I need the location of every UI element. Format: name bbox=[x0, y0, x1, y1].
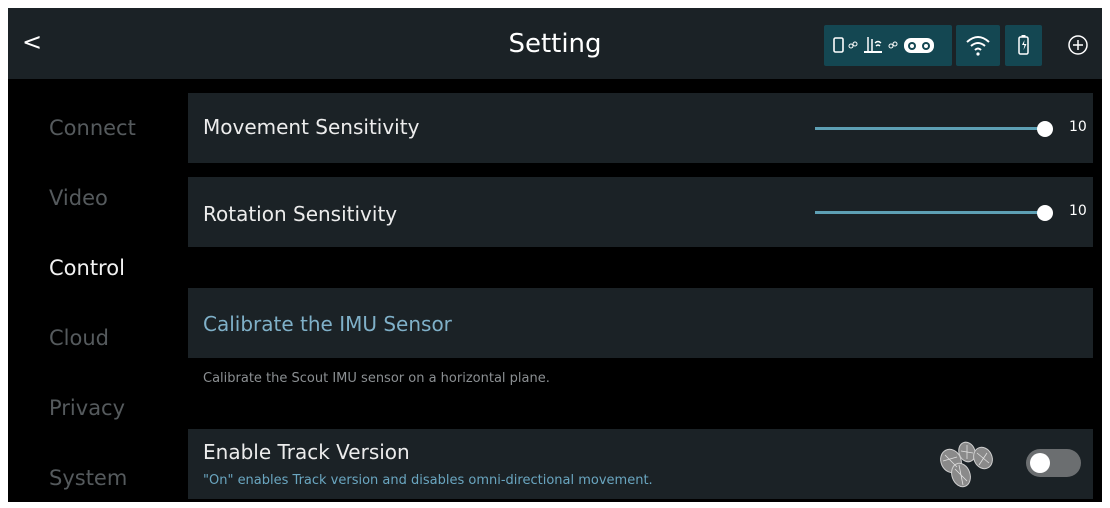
wifi-icon bbox=[966, 36, 990, 56]
enable-track-version-description: "On" enables Track version and disables … bbox=[203, 473, 653, 488]
link-icon bbox=[848, 41, 858, 49]
wifi-status bbox=[956, 25, 1000, 66]
track-wheels-icon bbox=[940, 441, 993, 488]
phone-icon bbox=[833, 37, 844, 53]
movement-sensitivity-row: Movement Sensitivity 10 bbox=[188, 93, 1093, 163]
link-icon bbox=[888, 41, 898, 49]
app-screen: < Setting Connect Video Control Cloud Pr… bbox=[8, 8, 1102, 502]
add-circle-icon[interactable] bbox=[1066, 33, 1090, 57]
movement-sensitivity-label: Movement Sensitivity bbox=[203, 115, 420, 139]
battery-status bbox=[1005, 25, 1042, 66]
calibrate-imu-description: Calibrate the Scout IMU sensor on a hori… bbox=[203, 371, 550, 386]
rotation-sensitivity-row: Rotation Sensitivity 10 bbox=[188, 177, 1093, 247]
rotation-sensitivity-label: Rotation Sensitivity bbox=[203, 202, 398, 226]
calibrate-imu-label: Calibrate the IMU Sensor bbox=[203, 312, 452, 336]
toggle-knob bbox=[1030, 453, 1050, 473]
sidebar-item-system[interactable]: System bbox=[49, 466, 127, 490]
sidebar-item-control[interactable]: Control bbox=[49, 256, 125, 280]
sidebar-item-cloud[interactable]: Cloud bbox=[49, 326, 109, 350]
calibrate-imu-button[interactable]: Calibrate the IMU Sensor bbox=[188, 288, 1093, 358]
rotation-sensitivity-thumb[interactable] bbox=[1037, 205, 1053, 221]
movement-sensitivity-thumb[interactable] bbox=[1037, 121, 1053, 137]
vr-headset-icon bbox=[904, 38, 934, 53]
enable-track-version-toggle[interactable] bbox=[1026, 449, 1081, 477]
router-icon bbox=[864, 37, 882, 53]
sidebar-item-connect[interactable]: Connect bbox=[49, 116, 136, 140]
enable-track-version-row: Enable Track Version "On" enables Track … bbox=[188, 429, 1093, 499]
rotation-sensitivity-value: 10 bbox=[1069, 203, 1087, 219]
battery-charging-icon bbox=[1018, 35, 1029, 55]
movement-sensitivity-slider[interactable] bbox=[815, 127, 1045, 130]
rotation-sensitivity-slider[interactable] bbox=[815, 211, 1045, 214]
connection-status bbox=[824, 25, 952, 66]
movement-sensitivity-value: 10 bbox=[1069, 119, 1087, 135]
enable-track-version-label: Enable Track Version bbox=[203, 440, 410, 464]
header-bar: < Setting bbox=[8, 8, 1102, 79]
sidebar-item-video[interactable]: Video bbox=[49, 186, 108, 210]
sidebar-item-privacy[interactable]: Privacy bbox=[49, 396, 125, 420]
